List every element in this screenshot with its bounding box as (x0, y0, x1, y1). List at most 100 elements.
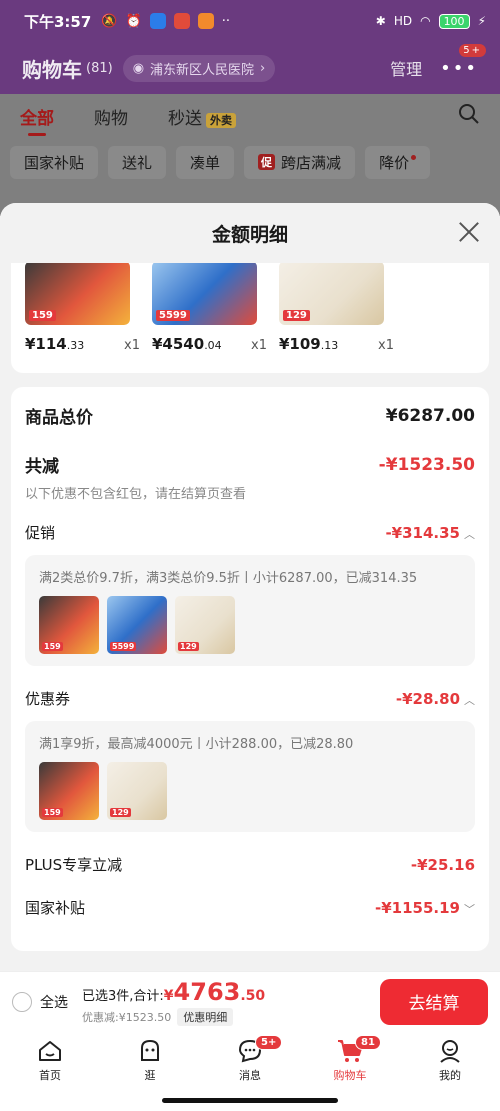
location-selector[interactable]: ◉ 浦东新区人民医院 › (122, 54, 276, 82)
product-item[interactable]: 5599 ¥4540.04 x1 (152, 263, 267, 353)
wifi-icon: ◠ (420, 14, 431, 28)
manage-button[interactable]: 管理 (390, 56, 422, 80)
browse-icon (136, 1037, 164, 1065)
product-thumbnail: 5599 (152, 263, 257, 325)
filter-bundle[interactable]: 凑单 (176, 145, 235, 179)
filter-label: 降价 (379, 153, 410, 172)
selected-text: 已选3件,合计: (82, 988, 164, 1004)
more-menu-button[interactable]: ••• 5+ (440, 43, 486, 79)
total-amount: 4763 (173, 977, 241, 1006)
select-all-checkbox[interactable] (12, 991, 32, 1012)
promo-description: 满2类总价9.7折，满3类总价9.5折丨小计6287.00，已减314.35 (39, 571, 418, 586)
promo-row[interactable]: 促销 -¥314.35 ︿ (25, 522, 475, 543)
filter-gift[interactable]: 送礼 (108, 145, 167, 179)
coupon-description: 满1享9折，最高减4000元丨小计288.00，已减28.80 (39, 737, 354, 752)
profile-icon (436, 1037, 464, 1065)
eye-icon: ◉ (132, 60, 145, 76)
status-time: 下午3:57 (24, 12, 92, 31)
cart-header: 购物车 (81) ◉ 浦东新区人民医院 › 管理 ••• 5+ (0, 42, 500, 94)
product-thumbnail: 129 (279, 263, 384, 325)
bluetooth-icon: ✱ (375, 14, 386, 28)
plus-value: -¥25.16 (410, 855, 475, 874)
filter-national-subsidy[interactable]: 国家补贴 (10, 145, 99, 179)
home-indicator (162, 1098, 338, 1103)
currency-symbol: ¥ (163, 987, 174, 1004)
more-notifications-icon: ·· (221, 13, 230, 29)
page-title: 购物车 (22, 57, 82, 82)
tab-instant-delivery[interactable]: 秒送 外卖 (168, 104, 236, 129)
sheet-header: 金额明细 (0, 203, 500, 263)
coupon-value: -¥28.80 (395, 690, 460, 708)
product-item[interactable]: 159 ¥114.33 x1 (25, 263, 140, 353)
filter-cross-store[interactable]: 促 跨店满减 (244, 145, 356, 179)
tab-shopping[interactable]: 购物 (94, 104, 128, 129)
promo-tag-icon: 促 (258, 154, 276, 170)
subsidy-value: -¥1155.19 (375, 899, 460, 917)
reduce-row: 共减 -¥1523.50 (25, 452, 475, 478)
checkout-bar: 全选 已选3件,合计: ¥ 4763 .50 优惠减:¥1523.50 优惠明细… (0, 971, 500, 1031)
sheet-title: 金额明细 (211, 223, 288, 246)
product-thumbnail: 159 (39, 596, 99, 654)
total-row: 商品总价 ¥6287.00 (25, 403, 475, 429)
app-notification-icon (149, 13, 166, 29)
app-notification-icon (197, 13, 214, 29)
alarm-icon: ⏰ (125, 13, 142, 29)
total-value: ¥6287.00 (385, 405, 475, 426)
reduce-value: -¥1523.50 (378, 454, 475, 475)
promo-detail-box: 满2类总价9.7折，满3类总价9.5折丨小计6287.00，已减314.35 1… (25, 555, 475, 666)
product-item[interactable]: 129 ¥109.13 x1 (279, 263, 394, 353)
coupon-label: 优惠券 (25, 690, 71, 708)
quantity: x1 (378, 338, 394, 353)
chevron-up-icon: ︿ (464, 528, 475, 541)
chevron-right-icon: › (260, 60, 266, 76)
subsidy-row[interactable]: 国家补贴 -¥1155.19 ﹀ (25, 897, 475, 918)
bottom-navigation: 首页 逛 5+ 消息 81 购物车 我的 (0, 1031, 500, 1111)
nav-home[interactable]: 首页 (0, 1037, 100, 1111)
coupon-row[interactable]: 优惠券 -¥28.80 ︿ (25, 688, 475, 709)
reduce-label: 共减 (25, 457, 59, 477)
product-thumbnail: 129 (107, 762, 167, 820)
discount-text: 优惠减:¥1523.50 (82, 1010, 172, 1024)
chevron-down-icon: ﹀ (464, 903, 475, 916)
subsidy-label: 国家补贴 (25, 899, 86, 917)
tab-label: 秒送 (168, 108, 202, 129)
cart-count: (81) (86, 60, 113, 76)
search-icon[interactable] (458, 103, 480, 130)
quantity: x1 (251, 338, 267, 353)
promo-label: 促销 (25, 524, 56, 542)
filter-price-drop[interactable]: 降价 (365, 145, 431, 179)
filter-chips: 国家补贴 送礼 凑单 促 跨店满减 降价 (0, 138, 500, 186)
discount-detail-button[interactable]: 优惠明细 (177, 1007, 234, 1026)
chevron-up-icon: ︿ (464, 694, 475, 707)
amount-detail-sheet: 金额明细 159 ¥114.33 x1 5599 ¥4540.04 x1 129 ¥ (0, 203, 500, 971)
takeout-badge: 外卖 (206, 112, 236, 128)
close-icon[interactable] (456, 219, 482, 245)
mute-icon: 🔕 (101, 13, 118, 29)
product-summary-card: 159 ¥114.33 x1 5599 ¥4540.04 x1 129 ¥109.1… (11, 263, 489, 373)
cart-badge: 81 (355, 1035, 381, 1050)
total-summary: 已选3件,合计: ¥ 4763 .50 优惠减:¥1523.50 优惠明细 (82, 978, 265, 1026)
home-icon (36, 1037, 64, 1065)
product-thumbnail: 159 (39, 762, 99, 820)
checkout-button[interactable]: 去结算 (380, 978, 488, 1025)
reduce-note: 以下优惠不包含红包，请在结算页查看 (25, 487, 247, 502)
red-dot-icon (411, 154, 417, 160)
product-thumbnail: 129 (175, 596, 235, 654)
location-label: 浦东新区人民医院 (150, 62, 255, 78)
select-all-label[interactable]: 全选 (40, 992, 68, 1012)
filter-label: 跨店满减 (281, 153, 342, 172)
promo-value: -¥314.35 (385, 524, 460, 542)
app-notification-icon (173, 13, 190, 29)
amount-breakdown-card: 商品总价 ¥6287.00 共减 -¥1523.50 以下优惠不包含红包，请在结… (11, 387, 489, 951)
tab-all[interactable]: 全部 (20, 104, 54, 136)
charging-icon: ⚡ (477, 14, 486, 28)
more-badge: 5+ (459, 43, 486, 57)
category-tabs: 全部 购物 秒送 外卖 (0, 94, 500, 138)
product-thumbnail: 159 (25, 263, 130, 325)
coupon-detail-box: 满1享9折，最高减4000元丨小计288.00，已减28.80 159 129 (25, 721, 475, 832)
plus-row: PLUS专享立减 -¥25.16 (25, 854, 475, 875)
product-thumbnail: 5599 (107, 596, 167, 654)
plus-label: PLUS专享立减 (25, 856, 123, 874)
nav-profile[interactable]: 我的 (400, 1037, 500, 1111)
signal-icon: HD (393, 14, 413, 28)
